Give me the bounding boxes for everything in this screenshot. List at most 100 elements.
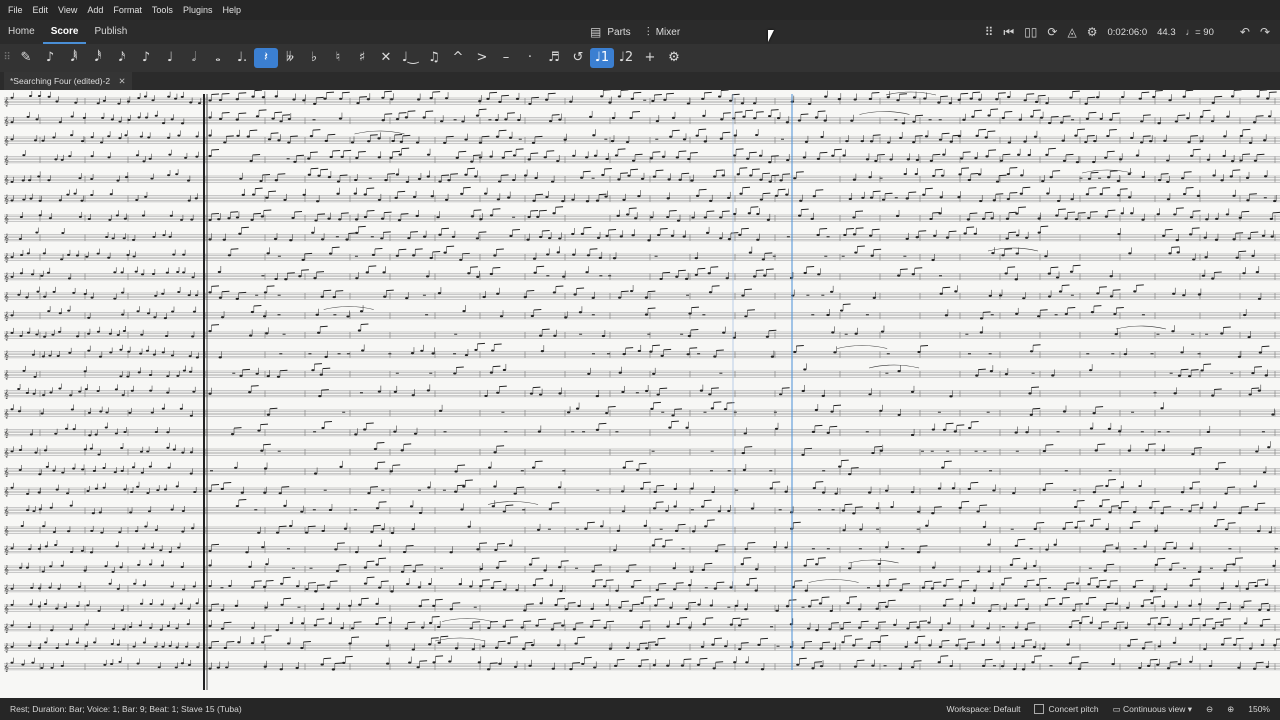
note-head [17, 410, 21, 413]
menu-help[interactable]: Help [217, 5, 246, 15]
note-beam [1017, 538, 1026, 541]
note-head [313, 277, 317, 280]
flat-icon[interactable]: ♭ [302, 44, 326, 72]
slur [808, 579, 859, 583]
note-beam [1135, 579, 1144, 582]
customize-toolbar-icon[interactable]: ⚙ [662, 44, 686, 72]
duration-quarter-icon[interactable]: ♩ [158, 44, 182, 72]
note-head [126, 253, 130, 256]
note-head [117, 102, 121, 105]
note-head [1166, 159, 1170, 162]
duration-whole-icon[interactable]: 𝅝 [206, 44, 230, 72]
note-input-mode-icon[interactable]: ♪ [38, 44, 62, 72]
pencil-input-icon[interactable]: ✎ [14, 44, 38, 72]
document-tab[interactable]: *Searching Four (edited)-2 ✕ [4, 72, 132, 90]
staccato-icon[interactable]: · [518, 44, 542, 72]
tab-score[interactable]: Score [42, 20, 87, 44]
duration-eighth-icon[interactable]: ♪ [134, 44, 158, 72]
note-head [375, 507, 380, 510]
note-head [656, 393, 660, 396]
rewind-icon[interactable]: ⏮ [1003, 26, 1014, 38]
menu-file[interactable]: File [0, 5, 28, 15]
menu-edit[interactable]: Edit [28, 5, 54, 15]
note-head [257, 429, 261, 432]
augmentation-dot-icon[interactable]: ♩. [230, 44, 254, 72]
note-head [631, 234, 635, 237]
note-beam [621, 600, 629, 603]
note-head [976, 510, 980, 513]
sharp-icon[interactable]: ♯ [350, 44, 374, 72]
loop-icon[interactable]: ⟳ [1047, 26, 1057, 38]
play-icon[interactable]: ▯▯ [1024, 26, 1037, 38]
undo-icon[interactable]: ↶ [1240, 26, 1250, 38]
note-beam [407, 110, 416, 112]
voice-2-icon[interactable]: ♩2 [614, 44, 638, 72]
tenuto-icon[interactable]: – [494, 44, 518, 72]
score-notation[interactable]: 𝄞𝄞𝄞𝄞𝄞𝄞𝄞𝄞𝄞𝄞𝄞𝄞𝄞𝄞𝄞𝄞𝄞𝄞𝄞𝄞𝄞𝄞𝄞𝄞𝄞𝄞𝄞𝄞𝄞𝄞 [0, 90, 1280, 698]
duration-16th-icon[interactable]: 𝅘𝅥𝅯 [110, 44, 134, 72]
note-head [655, 120, 659, 123]
note-beam [374, 247, 383, 250]
note-beam [902, 583, 910, 585]
note-head [622, 198, 626, 201]
note-head [55, 488, 59, 491]
voice-1-icon[interactable]: ♩1 [590, 48, 614, 68]
note-head [852, 216, 856, 219]
menu-format[interactable]: Format [108, 5, 147, 15]
score-canvas[interactable]: 𝄞 𝄞 𝄞 𝄞 𝄞 𝄞 𝄞 𝄞 𝄞 𝄞 𝄞 𝄞 𝄞 𝄞 𝄞 𝄞 𝄞 𝄞 𝄞 𝄞 𝄞 𝄞 𝄞 𝄞 𝄞 𝄞 𝄞 𝄞 𝄞 𝄞 [0, 90, 1280, 698]
note-beam [732, 617, 741, 620]
flip-direction-icon[interactable]: ↺ [566, 44, 590, 72]
menu-add[interactable]: Add [82, 5, 108, 15]
mixer-label: Mixer [655, 26, 681, 38]
redo-icon[interactable]: ↷ [1260, 26, 1270, 38]
duration-64th-icon[interactable]: 𝅘𝅥𝅱 [62, 44, 86, 72]
menu-tools[interactable]: Tools [147, 5, 178, 15]
note-head [532, 199, 536, 202]
note-head [77, 585, 81, 588]
close-icon[interactable]: ✕ [119, 76, 126, 86]
duration-half-icon[interactable]: 𝅗𝅥 [182, 44, 206, 72]
slur-icon[interactable]: ♫ [422, 44, 446, 72]
natural-icon[interactable]: ♮ [326, 44, 350, 72]
marcato-icon[interactable]: ^ [446, 44, 470, 72]
rest-icon[interactable]: 𝄽 [254, 48, 278, 68]
rest-mark [876, 528, 880, 530]
note-head [852, 178, 857, 181]
add-icon[interactable]: + [638, 44, 662, 72]
note-head [397, 218, 402, 222]
note-head [426, 153, 431, 156]
note-head [814, 408, 818, 412]
double-sharp-icon[interactable]: ✕ [374, 44, 398, 72]
note-head [887, 141, 891, 144]
note-head [70, 115, 74, 118]
note-head [251, 586, 255, 589]
note-head [66, 193, 70, 196]
note-head [1196, 194, 1200, 197]
note-head [227, 254, 231, 257]
menu-plugins[interactable]: Plugins [178, 5, 218, 15]
note-head [177, 290, 181, 293]
tuplet-icon[interactable]: ♬ [542, 44, 566, 72]
accent-icon[interactable]: > [470, 44, 494, 72]
tie-icon[interactable]: ♩‿ [398, 44, 422, 72]
note-head [640, 177, 645, 180]
note-head [314, 219, 318, 222]
menu-view[interactable]: View [53, 5, 82, 15]
metronome-icon[interactable]: ◬ [1067, 26, 1076, 38]
note-head [1094, 449, 1098, 452]
note-head [1215, 217, 1219, 220]
note-beam [945, 422, 954, 425]
note-head [746, 157, 750, 160]
parts-button[interactable]: ▤ Parts [590, 26, 631, 38]
duration-32nd-icon[interactable]: 𝅘𝅥𝅰 [86, 44, 110, 72]
note-head [885, 584, 890, 587]
note-head [150, 177, 154, 180]
note-beam [919, 620, 928, 622]
tab-publish[interactable]: Publish [86, 20, 135, 44]
note-head [192, 390, 196, 393]
note-head [614, 154, 619, 157]
playback-settings-icon[interactable]: ⚙ [1087, 26, 1098, 38]
tab-home[interactable]: Home [0, 20, 43, 44]
double-flat-icon[interactable]: 𝄫 [278, 44, 302, 72]
mixer-button[interactable]: ⫶ Mixer [647, 26, 680, 38]
